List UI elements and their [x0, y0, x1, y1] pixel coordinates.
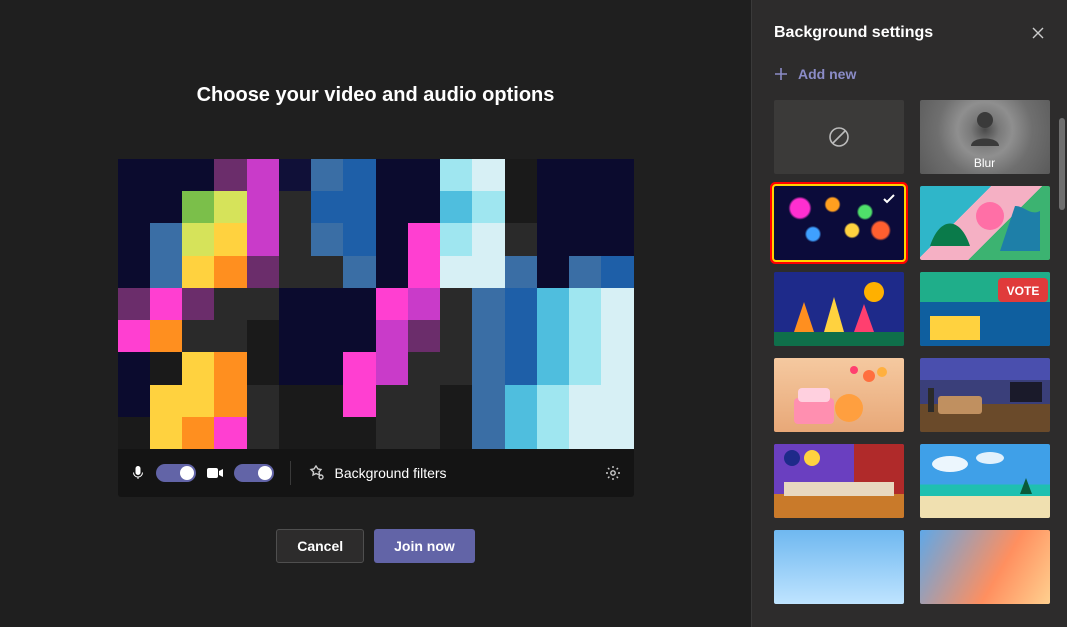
camera-toggle[interactable]: [234, 464, 274, 482]
scrollbar[interactable]: [1059, 118, 1065, 210]
background-thumb-beach[interactable]: [920, 444, 1050, 518]
background-thumb-vote[interactable]: VOTE: [920, 272, 1050, 346]
background-filters-label: Background filters: [335, 465, 447, 481]
svg-text:VOTE: VOTE: [1006, 284, 1039, 298]
background-thumb-label: Blur: [920, 156, 1050, 170]
background-thumb-none[interactable]: [774, 100, 904, 174]
microphone-icon[interactable]: [130, 465, 146, 481]
background-thumb-sky2[interactable]: [920, 530, 1050, 604]
background-thumb-studio[interactable]: [774, 444, 904, 518]
background-thumb-bokeh[interactable]: [774, 186, 904, 260]
background-thumb-hands[interactable]: [774, 272, 904, 346]
join-now-button[interactable]: Join now: [374, 529, 475, 563]
action-row: Cancel Join now: [276, 529, 475, 563]
background-thumb-room[interactable]: [920, 358, 1050, 432]
video-preview: [118, 159, 634, 449]
background-filters-button[interactable]: Background filters: [307, 465, 594, 481]
background-settings-panel: Background settings Add new Blur VOTE: [751, 0, 1067, 627]
microphone-toggle[interactable]: [156, 464, 196, 482]
background-thumbnails: Blur VOTE: [774, 100, 1051, 620]
close-icon[interactable]: [1031, 26, 1045, 40]
preview-container: Background filters: [118, 159, 634, 497]
panel-title: Background settings: [774, 24, 933, 42]
settings-gear-icon[interactable]: [604, 464, 622, 482]
plus-icon: [774, 67, 788, 81]
background-thumb-sky[interactable]: [774, 530, 904, 604]
background-thumb-blur[interactable]: Blur: [920, 100, 1050, 174]
main-pane: Choose your video and audio options: [0, 0, 751, 627]
page-title: Choose your video and audio options: [197, 84, 555, 107]
background-thumb-cake[interactable]: [774, 358, 904, 432]
background-thumb-floral[interactable]: [920, 186, 1050, 260]
add-new-label: Add new: [798, 66, 856, 82]
add-new-button[interactable]: Add new: [752, 60, 1067, 100]
background-filters-icon: [307, 465, 325, 481]
controls-bar: Background filters: [118, 449, 634, 497]
divider: [290, 461, 291, 485]
camera-icon[interactable]: [206, 466, 224, 480]
cancel-button[interactable]: Cancel: [276, 529, 364, 563]
